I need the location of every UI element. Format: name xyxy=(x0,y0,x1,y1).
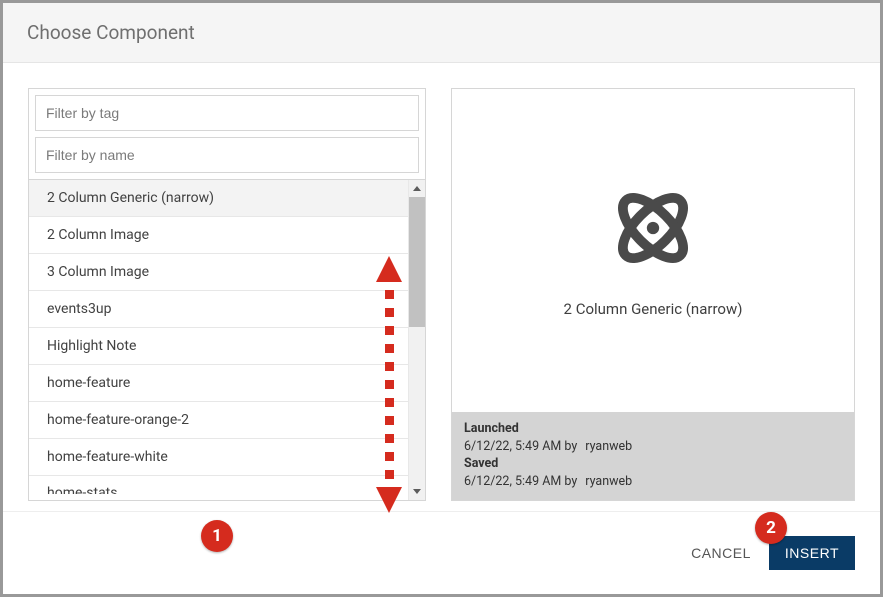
saved-label: Saved xyxy=(464,455,842,473)
arrow-dashes xyxy=(385,282,394,487)
saved-time: 6/12/22, 5:49 AM by xyxy=(464,473,577,491)
list-item[interactable]: home-feature xyxy=(29,365,408,402)
component-list[interactable]: 2 Column Generic (narrow)2 Column Image3… xyxy=(29,180,408,500)
component-list-panel: 2 Column Generic (narrow)2 Column Image3… xyxy=(28,88,426,501)
annotation-badge-2: 2 xyxy=(755,512,787,544)
saved-line: 6/12/22, 5:49 AM by ryanweb xyxy=(464,473,842,491)
list-item[interactable]: events3up xyxy=(29,291,408,328)
scrollbar[interactable] xyxy=(408,180,425,500)
list-item[interactable]: home-feature-white xyxy=(29,439,408,476)
scrollbar-thumb[interactable] xyxy=(409,197,425,327)
preview-area: 2 Column Generic (narrow) xyxy=(452,89,854,412)
preview-panel: 2 Column Generic (narrow) Launched 6/12/… xyxy=(451,88,855,501)
filter-name-input[interactable] xyxy=(35,137,419,173)
list-item[interactable]: home-stats xyxy=(29,476,408,494)
list-item[interactable]: Highlight Note xyxy=(29,328,408,365)
preview-title: 2 Column Generic (narrow) xyxy=(564,300,743,318)
dialog-body: 2 Column Generic (narrow)2 Column Image3… xyxy=(3,63,880,511)
arrow-down-icon xyxy=(376,487,402,513)
launched-label: Launched xyxy=(464,420,842,438)
chevron-down-icon xyxy=(413,489,421,494)
choose-component-dialog: Choose Component 2 Column Generic (narro… xyxy=(3,3,880,594)
preview-metadata: Launched 6/12/22, 5:49 AM by ryanweb Sav… xyxy=(452,412,854,500)
list-item[interactable]: 2 Column Generic (narrow) xyxy=(29,180,408,217)
annotation-arrow xyxy=(376,256,402,513)
launched-user: ryanweb xyxy=(585,438,632,456)
component-icon xyxy=(609,184,697,276)
annotation-badge-1: 1 xyxy=(201,520,233,552)
cancel-button[interactable]: CANCEL xyxy=(691,545,751,561)
launched-time: 6/12/22, 5:49 AM by xyxy=(464,438,577,456)
list-item[interactable]: 2 Column Image xyxy=(29,217,408,254)
list-item[interactable]: 3 Column Image xyxy=(29,254,408,291)
dialog-footer: CANCEL INSERT xyxy=(3,511,880,594)
scroll-up-button[interactable] xyxy=(409,180,425,197)
list-wrap: 2 Column Generic (narrow)2 Column Image3… xyxy=(29,179,425,500)
chevron-up-icon xyxy=(413,186,421,191)
filter-tag-input[interactable] xyxy=(35,95,419,131)
arrow-up-icon xyxy=(376,256,402,282)
saved-user: ryanweb xyxy=(585,473,632,491)
filter-tag-wrap xyxy=(29,89,425,137)
filter-name-wrap xyxy=(29,137,425,179)
dialog-title: Choose Component xyxy=(27,21,856,44)
list-item[interactable]: home-feature-orange-2 xyxy=(29,402,408,439)
launched-line: 6/12/22, 5:49 AM by ryanweb xyxy=(464,438,842,456)
dialog-header: Choose Component xyxy=(3,3,880,63)
scroll-down-button[interactable] xyxy=(409,483,425,500)
insert-button[interactable]: INSERT xyxy=(769,536,855,570)
scrollbar-track[interactable] xyxy=(409,197,425,483)
